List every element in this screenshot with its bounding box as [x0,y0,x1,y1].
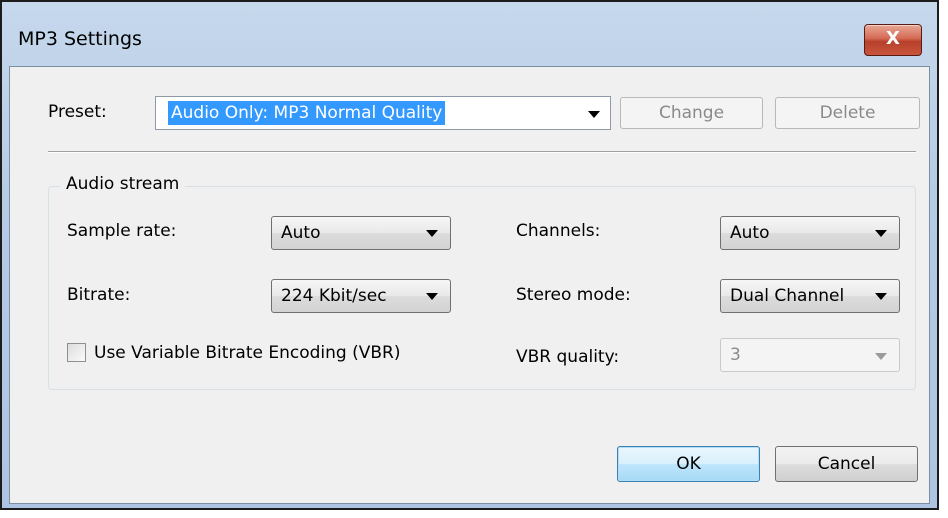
close-button[interactable]: X [864,24,922,56]
preset-combobox[interactable]: Audio Only: MP3 Normal Quality [155,96,611,130]
channels-label: Channels: [516,221,601,241]
chevron-down-icon [426,293,438,300]
cancel-button[interactable]: Cancel [775,446,918,482]
vbr-checkbox[interactable] [67,343,86,362]
preset-value: Audio Only: MP3 Normal Quality [168,101,446,125]
chevron-down-icon [875,230,887,237]
bitrate-label: Bitrate: [67,285,131,305]
chevron-down-icon [588,111,600,118]
vbr-quality-select[interactable]: 3 [720,338,900,372]
stereo-mode-label: Stereo mode: [516,285,631,305]
vbr-quality-label: VBR quality: [516,347,620,367]
sample-rate-select[interactable]: Auto [271,216,451,250]
channels-value: Auto [730,223,770,243]
chevron-down-icon [426,230,438,237]
separator [48,151,916,153]
delete-button[interactable]: Delete [775,97,920,129]
window-title: MP3 Settings [18,28,142,50]
channels-select[interactable]: Auto [720,216,900,250]
vbr-checkbox-label[interactable]: Use Variable Bitrate Encoding (VBR) [94,343,401,363]
preset-label: Preset: [48,102,107,122]
sample-rate-label: Sample rate: [67,221,177,241]
bitrate-value: 224 Kbit/sec [281,286,387,306]
chevron-down-icon [875,353,887,360]
stereo-mode-value: Dual Channel [730,286,845,306]
stereo-mode-select[interactable]: Dual Channel [720,279,900,313]
vbr-quality-value: 3 [730,345,741,365]
ok-button[interactable]: OK [617,446,760,482]
change-button[interactable]: Change [620,97,763,129]
sample-rate-value: Auto [281,223,321,243]
close-icon: X [886,28,900,49]
bitrate-select[interactable]: 224 Kbit/sec [271,279,451,313]
chevron-down-icon [875,293,887,300]
audio-stream-legend: Audio stream [60,174,186,194]
